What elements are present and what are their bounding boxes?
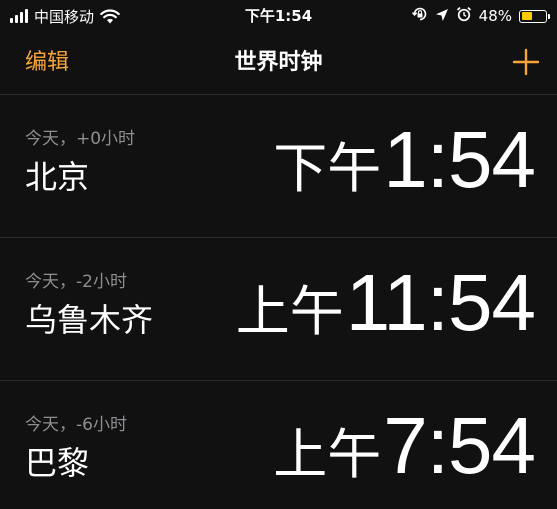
clock-row-urumqi[interactable]: 今天，-2小时 乌鲁木齐 上午 11:54 bbox=[0, 238, 557, 381]
battery-percent: 48% bbox=[478, 7, 512, 25]
time-offset: 今天，-2小时 bbox=[25, 272, 127, 292]
clock-time: 下午 1:54 bbox=[273, 115, 536, 209]
am-pm-label: 下午 bbox=[273, 137, 382, 200]
orientation-lock-icon bbox=[411, 6, 428, 26]
city-name: 巴黎 bbox=[25, 444, 90, 482]
time-value: 1:54 bbox=[383, 115, 536, 204]
am-pm-label: 上午 bbox=[273, 423, 382, 486]
alarm-icon bbox=[456, 6, 472, 26]
clock-row-paris[interactable]: 今天，-6小时 巴黎 上午 7:54 bbox=[0, 381, 557, 509]
world-clock-screen: 中国移动 下午1:54 48% 编辑 世界时钟 今天，+0小时 北京 下午 1:… bbox=[0, 0, 557, 509]
time-value: 7:54 bbox=[383, 401, 536, 490]
time-offset: 今天，-6小时 bbox=[25, 415, 127, 435]
clock-time: 上午 11:54 bbox=[235, 258, 536, 352]
time-offset: 今天，+0小时 bbox=[25, 129, 136, 149]
location-icon bbox=[435, 7, 449, 26]
add-clock-button[interactable] bbox=[511, 47, 541, 77]
clock-row-beijing[interactable]: 今天，+0小时 北京 下午 1:54 bbox=[0, 95, 557, 238]
am-pm-label: 上午 bbox=[235, 280, 344, 343]
time-value: 11:54 bbox=[345, 258, 536, 347]
clock-time: 上午 7:54 bbox=[273, 401, 536, 495]
battery-fill bbox=[521, 12, 533, 20]
plus-icon bbox=[511, 47, 541, 77]
city-name: 北京 bbox=[25, 158, 90, 196]
status-bar: 中国移动 下午1:54 48% bbox=[0, 0, 557, 32]
city-name: 乌鲁木齐 bbox=[25, 301, 154, 339]
status-right: 48% bbox=[411, 5, 550, 27]
clock-list: 今天，+0小时 北京 下午 1:54 今天，-2小时 乌鲁木齐 上午 11:54… bbox=[0, 95, 557, 509]
page-title: 世界时钟 bbox=[234, 50, 323, 75]
battery-icon bbox=[519, 9, 550, 23]
nav-bar: 编辑 世界时钟 bbox=[0, 32, 557, 95]
